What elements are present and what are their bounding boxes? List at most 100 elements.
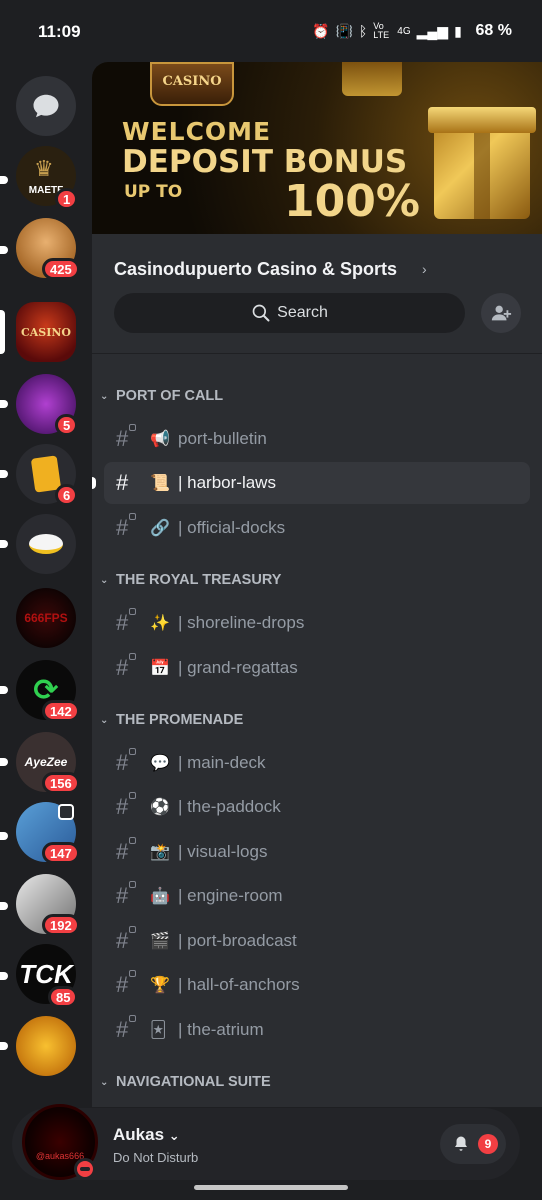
volte-label: Vo LTE [373,21,390,40]
channel-item[interactable]: # 🎬 | port-broadcast [104,920,530,962]
unread-indicator [0,540,8,548]
username[interactable]: Aukas ⌄ [113,1125,180,1145]
channel-item[interactable]: # 💬 | main-deck [104,742,530,784]
text-channel-icon: # [116,470,129,495]
chat-bubble-icon [33,94,59,118]
lock-icon [129,608,136,615]
battery-icon: ▮ [454,22,462,39]
channel-emoji: ⚽ [150,799,170,816]
text-channel-icon: # [116,970,140,998]
battery-level: 68 % [475,22,512,39]
mention-badge: 6 [55,484,79,506]
unread-indicator [0,400,8,408]
invite-members-button[interactable] [481,293,521,333]
network-label: 4G [397,25,411,37]
lock-icon [129,926,136,933]
server-label: CASINO [20,325,71,339]
channel-emoji: 🃏 [150,1022,167,1039]
unread-indicator [0,902,8,910]
clock: 11:09 [38,22,81,41]
channel-item[interactable]: # 📅 | grand-regattas [104,647,530,689]
server-icon-casino[interactable]: CASINO [16,302,76,362]
lock-icon [129,424,136,431]
text-channel-icon: # [116,748,140,776]
channel-item[interactable]: # ⚽ | the-paddock [104,786,530,828]
mention-badge: 1 [55,188,79,210]
category-header[interactable]: ⌄ NAVIGATIONAL SUITE [100,1071,271,1093]
mention-badge: 425 [42,258,80,280]
mention-badge: 85 [48,986,79,1008]
mention-badge: 5 [55,414,79,436]
channel-emoji: 💬 [150,755,170,772]
channel-name: port-bulletin [178,429,267,448]
channel-item[interactable]: # 📜 | harbor-laws [104,462,530,504]
unread-indicator [0,972,8,980]
channel-item[interactable]: # 📢 port-bulletin [104,418,530,460]
channel-item[interactable]: # ✨ | shoreline-drops [104,602,530,644]
mention-badge: 147 [42,842,80,864]
server-icon-helmet[interactable] [16,1016,76,1076]
lock-icon [129,513,136,520]
lock-icon [129,748,136,755]
channel-name: | visual-logs [178,842,268,861]
chevron-right-icon[interactable]: › [422,261,427,277]
channel-item[interactable]: # 🔗 | official-docks [104,507,530,549]
mention-badge: 142 [42,700,80,722]
banner-line-percent: 100% [284,176,420,227]
lock-icon [129,792,136,799]
casino-logo: CASINO [150,62,234,106]
server-title[interactable]: Casinodupuerto Casino & Sports [114,259,397,280]
add-user-icon [491,305,512,321]
lock-icon [129,837,136,844]
divider [92,353,542,354]
channel-name: | the-atrium [178,1020,264,1039]
lock-icon [129,970,136,977]
category-header[interactable]: ⌄ THE ROYAL TREASURY [100,569,281,591]
server-icon-666fps[interactable]: 666FPS [16,588,76,648]
lock-icon [129,653,136,660]
channel-item[interactable]: # 🤖 | engine-room [104,875,530,917]
bluetooth-icon: ᛒ [358,23,368,39]
text-channel-icon: # [116,608,140,636]
channel-name: | harbor-laws [178,473,276,492]
text-channel-icon: # [116,881,140,909]
unread-indicator [0,246,8,254]
text-channel-icon: # [116,837,140,865]
alarm-icon: ⏰ [312,22,330,39]
text-channel-icon: # [116,424,140,452]
username-text: Aukas [113,1125,165,1144]
notifications-button[interactable]: 9 [440,1124,506,1164]
channel-item[interactable]: # 🃏 | the-atrium [104,1009,530,1051]
channel-name: | grand-regattas [178,658,298,677]
lock-icon [129,881,136,888]
server-icon-duck[interactable] [16,514,76,574]
channel-item[interactable]: # 🏆 | hall-of-anchors [104,964,530,1006]
direct-messages-button[interactable] [16,76,76,136]
chevron-down-icon: ⌄ [100,390,109,402]
chevron-down-icon: ⌄ [100,714,109,726]
channel-item[interactable]: # 📸 | visual-logs [104,831,530,873]
search-label: Search [277,304,328,321]
user-panel[interactable]: @aukas666 Aukas ⌄ Do Not Disturb 9 [12,1104,520,1180]
server-banner[interactable]: CASINO WELCOME DEPOSIT BONUS UP TO 100% [92,62,542,234]
status-bar: 11:09 ⏰ 📳 ᛒ Vo LTE 4G ▂▄▆ ▮ 68 % [0,0,542,62]
unread-channel-indicator [92,477,96,489]
dnd-status-icon [74,1158,96,1180]
server-label: 666FPS [24,611,68,625]
category-label: NAVIGATIONAL SUITE [116,1074,271,1090]
crown-logo-icon: ♛ [34,156,54,181]
text-channel-icon: # [116,513,140,541]
channel-name: | main-deck [178,753,266,772]
vibrate-icon: 📳 [335,22,353,39]
category-header[interactable]: ⌄ THE PROMENADE [100,709,243,731]
category-header[interactable]: ⌄ PORT OF CALL [100,385,223,407]
search-button[interactable]: Search [114,293,465,333]
chevron-down-icon: ⌄ [100,574,109,586]
channel-emoji: 📸 [150,844,170,861]
status-icons: ⏰ 📳 ᛒ Vo LTE 4G ▂▄▆ ▮ [312,22,462,40]
duck-icon [29,534,63,554]
unread-indicator [0,176,8,184]
category-label: PORT OF CALL [116,388,224,404]
home-indicator[interactable] [194,1185,348,1190]
mention-badge: 192 [42,914,80,936]
